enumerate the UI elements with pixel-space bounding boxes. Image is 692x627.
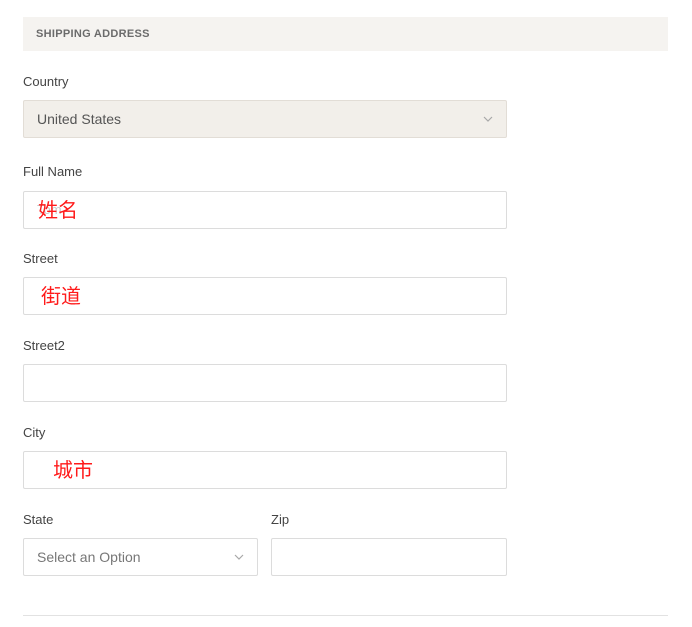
country-select[interactable]: United States — [23, 100, 507, 138]
section-title: SHIPPING ADDRESS — [36, 28, 150, 40]
street2-label: Street2 — [23, 338, 65, 353]
section-divider — [23, 615, 668, 616]
full-name-annotation: 姓名 — [38, 198, 78, 222]
city-annotation: 城市 — [53, 458, 93, 482]
city-input[interactable]: 城市 — [23, 451, 507, 489]
full-name-input[interactable]: Tom 姓名 — [23, 191, 507, 229]
state-placeholder: Select an Option — [37, 549, 141, 565]
street-input[interactable]: 街道 — [23, 277, 507, 315]
street2-input[interactable] — [23, 364, 507, 402]
state-label: State — [23, 512, 54, 527]
zip-input[interactable] — [271, 538, 507, 576]
section-header: SHIPPING ADDRESS — [23, 17, 668, 51]
street-annotation: 街道 — [41, 284, 81, 308]
full-name-label: Full Name — [23, 164, 83, 179]
zip-label: Zip — [271, 512, 290, 527]
city-label: City — [23, 425, 46, 440]
state-select[interactable]: Select an Option — [23, 538, 258, 576]
chevron-down-icon — [233, 551, 245, 563]
chevron-down-icon — [482, 113, 494, 125]
country-label: Country — [23, 74, 69, 89]
country-selected-value: United States — [37, 111, 122, 127]
street-label: Street — [23, 251, 58, 266]
